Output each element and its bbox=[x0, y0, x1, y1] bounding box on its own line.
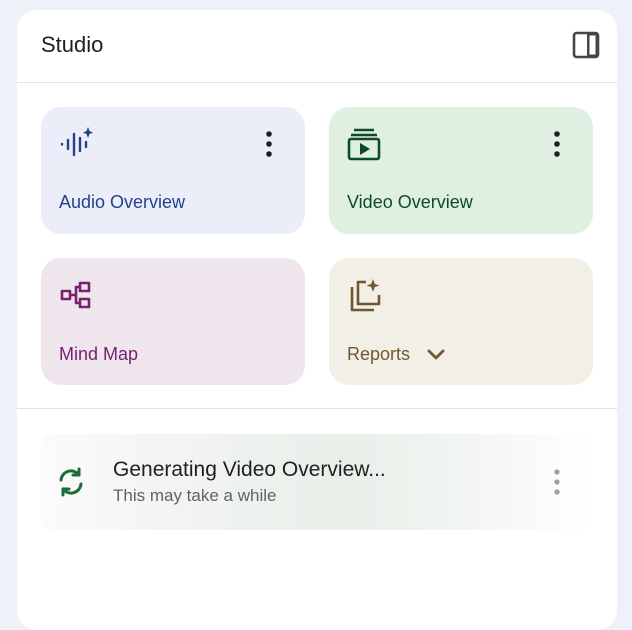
generating-title: Generating Video Overview... bbox=[113, 458, 386, 481]
generating-video-overview-item[interactable]: Generating Video Overview... This may ta… bbox=[41, 434, 593, 530]
reports-sparkle-icon bbox=[347, 278, 381, 312]
page-title: Studio bbox=[41, 32, 104, 57]
sync-icon bbox=[55, 466, 87, 498]
side-panel-toggle-icon[interactable] bbox=[571, 30, 601, 60]
audio-more-options-icon[interactable] bbox=[255, 129, 283, 159]
mind-map-label: Mind Map bbox=[59, 344, 139, 364]
mind-map-card[interactable]: Mind Map bbox=[41, 258, 305, 385]
section-divider bbox=[17, 408, 617, 409]
reports-card[interactable]: Reports bbox=[329, 258, 593, 385]
generating-subtitle: This may take a while bbox=[113, 486, 277, 505]
chevron-down-icon[interactable] bbox=[425, 345, 447, 365]
reports-label: Reports bbox=[347, 344, 411, 364]
audio-overview-label: Audio Overview bbox=[59, 192, 186, 212]
generating-more-options-icon[interactable] bbox=[543, 467, 571, 497]
mind-map-icon bbox=[59, 278, 93, 312]
studio-header: Studio bbox=[17, 10, 617, 83]
audio-overview-card[interactable]: Audio Overview bbox=[41, 107, 305, 234]
studio-panel: Studio Audio Overview Video Overview Min… bbox=[17, 10, 617, 630]
audio-waveform-sparkle-icon bbox=[59, 127, 93, 161]
video-overview-card[interactable]: Video Overview bbox=[329, 107, 593, 234]
video-overview-label: Video Overview bbox=[347, 192, 473, 212]
video-more-options-icon[interactable] bbox=[543, 129, 571, 159]
video-stack-play-icon bbox=[347, 127, 381, 161]
